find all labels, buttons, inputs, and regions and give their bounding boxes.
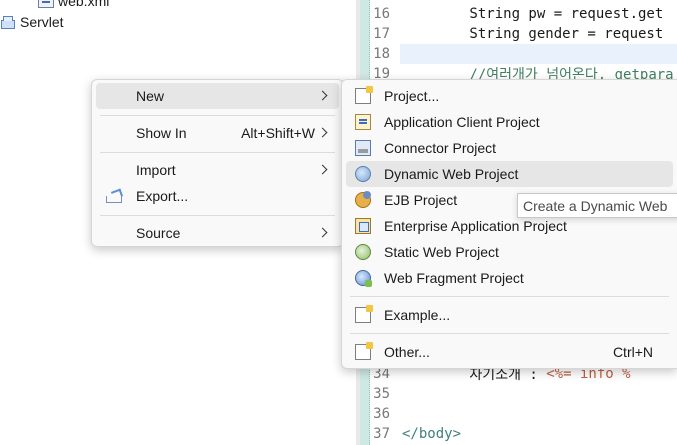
menu-separator — [100, 115, 335, 116]
other-icon — [355, 342, 373, 360]
submenu-item-dynamic-web-project[interactable]: Dynamic Web Project — [346, 161, 673, 187]
example-icon — [355, 305, 373, 323]
shortcut-label: Alt+Shift+W — [241, 125, 315, 141]
tree-item-label: Servlet — [20, 14, 64, 30]
application-client-project-icon — [355, 114, 371, 130]
submenu-item-other[interactable]: Other... Ctrl+N — [346, 339, 673, 365]
static-web-project-icon — [355, 244, 371, 260]
xml-file-icon — [38, 0, 54, 8]
submenu-item-web-fragment-project[interactable]: Web Fragment Project — [346, 265, 673, 291]
chevron-right-icon — [317, 163, 329, 177]
web-fragment-project-icon — [355, 270, 372, 287]
submenu-item-connector-project[interactable]: Connector Project — [346, 135, 673, 161]
menu-separator — [350, 296, 669, 297]
submenu-item-application-client-project[interactable]: Application Client Project — [346, 109, 673, 135]
chevron-right-icon — [317, 89, 329, 103]
code-line: 18 — [373, 46, 390, 62]
code-line: 37 </body> — [373, 426, 462, 442]
code-line: 35 — [373, 386, 390, 402]
menu-item-export[interactable]: Export... — [96, 183, 339, 209]
ejb-project-icon — [355, 191, 371, 208]
context-menu: New Show In Alt+Shift+W Import Export...… — [91, 79, 344, 247]
menu-separator — [100, 152, 335, 153]
menu-item-new[interactable]: New — [96, 83, 339, 109]
export-icon — [106, 190, 122, 203]
menu-separator — [350, 333, 669, 334]
chevron-right-icon — [317, 126, 329, 140]
dynamic-web-project-icon — [355, 166, 371, 182]
chevron-right-icon — [317, 226, 329, 240]
new-project-icon — [355, 86, 373, 104]
servlet-icon — [0, 15, 16, 29]
enterprise-application-project-icon — [355, 218, 371, 234]
code-line: 36 — [373, 406, 390, 422]
connector-project-icon — [355, 140, 371, 156]
submenu-item-project[interactable]: Project... — [346, 83, 673, 109]
code-line: 17 String gender = request — [373, 26, 664, 42]
menu-item-source[interactable]: Source — [96, 220, 339, 246]
current-line-highlight — [400, 44, 677, 64]
code-line: 16 String pw = request.get — [373, 6, 664, 22]
tree-item-servlet[interactable]: Servlet — [0, 12, 64, 32]
tree-item-label: web.xml — [58, 0, 110, 9]
menu-item-show-in[interactable]: Show In Alt+Shift+W — [96, 120, 339, 146]
menu-separator — [100, 215, 335, 216]
submenu-item-example[interactable]: Example... — [346, 302, 673, 328]
tree-item-web-xml[interactable]: web.xml — [38, 0, 109, 11]
tooltip: Create a Dynamic Web — [517, 193, 677, 218]
new-submenu: Project... Application Client Project Co… — [341, 79, 677, 369]
shortcut-label: Ctrl+N — [612, 344, 653, 360]
menu-item-import[interactable]: Import — [96, 157, 339, 183]
submenu-item-static-web-project[interactable]: Static Web Project — [346, 239, 673, 265]
